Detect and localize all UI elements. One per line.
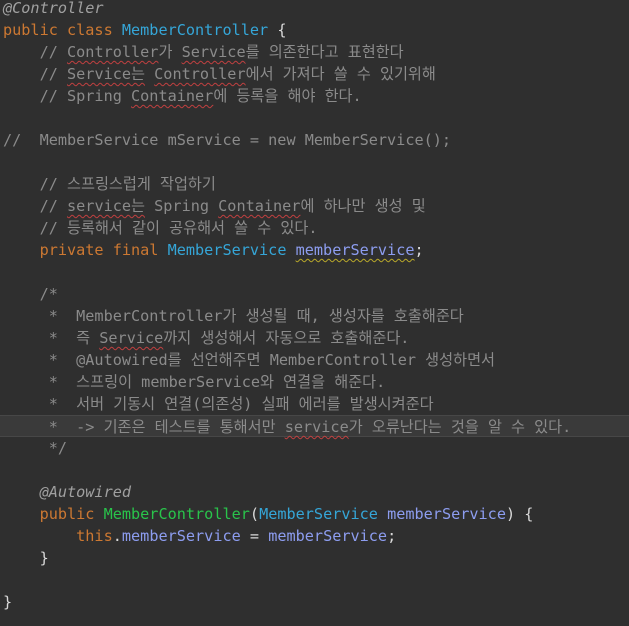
code-token: . [112, 527, 122, 545]
code-token: } [3, 549, 49, 567]
code-token: */ [3, 439, 68, 457]
code-token: public [3, 505, 104, 523]
code-token: 가 오류난다는 것을 알 수 있다. [348, 418, 572, 436]
code-line[interactable]: // 등록해서 같이 공유해서 쓸 수 있다. [0, 217, 629, 239]
code-token: Service [181, 43, 246, 61]
code-token: * @Autowired를 선언해주면 MemberController 생성하… [3, 351, 496, 369]
code-token: memberService [268, 527, 388, 545]
code-line[interactable]: /* [0, 283, 629, 305]
code-token: Service [99, 329, 164, 347]
code-line[interactable] [0, 151, 629, 173]
code-token: // 스프링스럽게 작업하기 [3, 175, 216, 193]
code-token: Container [218, 197, 301, 215]
code-token: 까지 생성해서 자동으로 호출해준다. [163, 329, 410, 347]
code-line[interactable]: public MemberController(MemberService me… [0, 503, 629, 525]
code-token: MemberController [121, 21, 269, 39]
code-token: memberService [387, 505, 506, 523]
code-line[interactable]: * 스프링이 memberService와 연결을 해준다. [0, 371, 629, 393]
code-token: public class [3, 21, 122, 39]
code-token: Spring [145, 197, 219, 215]
code-line[interactable] [0, 261, 629, 283]
code-token: 에 등록을 해야 한다. [213, 87, 362, 105]
code-line[interactable]: } [0, 591, 629, 613]
code-line-current[interactable]: * -> 기존은 테스트를 통해서만 service가 오류난다는 것을 알 수… [0, 415, 629, 437]
code-line[interactable]: // MemberService mService = new MemberSe… [0, 129, 629, 151]
code-token: Service는 [67, 65, 145, 83]
code-token: MemberService [167, 241, 287, 259]
code-token: ( [249, 505, 260, 523]
code-line[interactable]: * MemberController가 생성될 때, 생성자를 호출해준다 [0, 305, 629, 327]
code-token: * -> 기존은 테스트를 통해서만 [3, 418, 285, 436]
code-line[interactable]: // Service는 Controller에서 가져다 쓸 수 있기위해 [0, 63, 629, 85]
code-token: 에 하나만 생성 및 [300, 197, 426, 215]
code-token: Controller [154, 65, 246, 83]
code-token: @Controller [3, 0, 104, 17]
code-token: // [3, 65, 68, 83]
code-token: memberService [295, 241, 415, 259]
code-line[interactable]: public class MemberController { [0, 19, 629, 41]
code-editor[interactable]: @Controller public class MemberController… [0, 0, 629, 626]
code-line[interactable]: // service는 Spring Container에 하나만 생성 및 [0, 195, 629, 217]
code-line[interactable] [0, 569, 629, 591]
code-token: 를 의존한다고 표현한다 [245, 43, 404, 61]
code-line[interactable]: @Autowired [0, 481, 629, 503]
code-token: // Spring [3, 87, 132, 105]
code-line[interactable]: // 스프링스럽게 작업하기 [0, 173, 629, 195]
code-token: * 스프링이 memberService와 연결을 해준다. [3, 373, 386, 391]
code-line[interactable]: private final MemberService memberServic… [0, 239, 629, 261]
code-token: service는 [67, 197, 145, 215]
code-token: 에서 가져다 쓸 수 있기위해 [245, 65, 436, 83]
code-token: // MemberService mService = new MemberSe… [3, 131, 452, 149]
code-token: /* [3, 285, 58, 303]
code-line[interactable]: * 즉 Service까지 생성해서 자동으로 호출해준다. [0, 327, 629, 349]
code-line[interactable] [0, 459, 629, 481]
code-line[interactable]: */ [0, 437, 629, 459]
code-token: this [3, 527, 113, 545]
code-line[interactable]: * 서버 기동시 연결(의존성) 실패 에러를 발생시켜준다 [0, 393, 629, 415]
code-token: service [284, 418, 349, 436]
code-token: * 서버 기동시 연결(의존성) 실패 에러를 발생시켜준다 [3, 395, 434, 413]
code-token: * MemberController가 생성될 때, 생성자를 호출해준다 [3, 307, 464, 325]
code-token: // [3, 43, 68, 61]
code-token: MemberService [259, 505, 378, 523]
code-token: // [3, 197, 68, 215]
code-token: ; [387, 527, 397, 545]
code-token: ) { [505, 505, 534, 523]
code-token: 가 [158, 43, 182, 61]
code-line[interactable]: // Spring Container에 등록을 해야 한다. [0, 85, 629, 107]
code-line[interactable]: // Controller가 Service를 의존한다고 표현한다 [0, 41, 629, 63]
code-token: ; [414, 241, 424, 259]
code-line[interactable]: } [0, 547, 629, 569]
code-line[interactable]: @Controller [0, 0, 629, 19]
code-token: @Autowired [3, 483, 132, 501]
code-token: // 등록해서 같이 공유해서 쓸 수 있다. [3, 219, 318, 237]
code-token: = [240, 527, 269, 545]
code-token: * 즉 [3, 329, 100, 347]
code-token: MemberController [103, 505, 250, 523]
code-token: Controller [67, 43, 159, 61]
code-line[interactable]: * @Autowired를 선언해주면 MemberController 생성하… [0, 349, 629, 371]
code-token: private final [3, 241, 168, 259]
code-token: memberService [121, 527, 241, 545]
code-line[interactable] [0, 107, 629, 129]
code-line[interactable]: this.memberService = memberService; [0, 525, 629, 547]
code-token: { [268, 21, 287, 39]
code-token: Container [131, 87, 214, 105]
code-token: } [3, 593, 13, 611]
